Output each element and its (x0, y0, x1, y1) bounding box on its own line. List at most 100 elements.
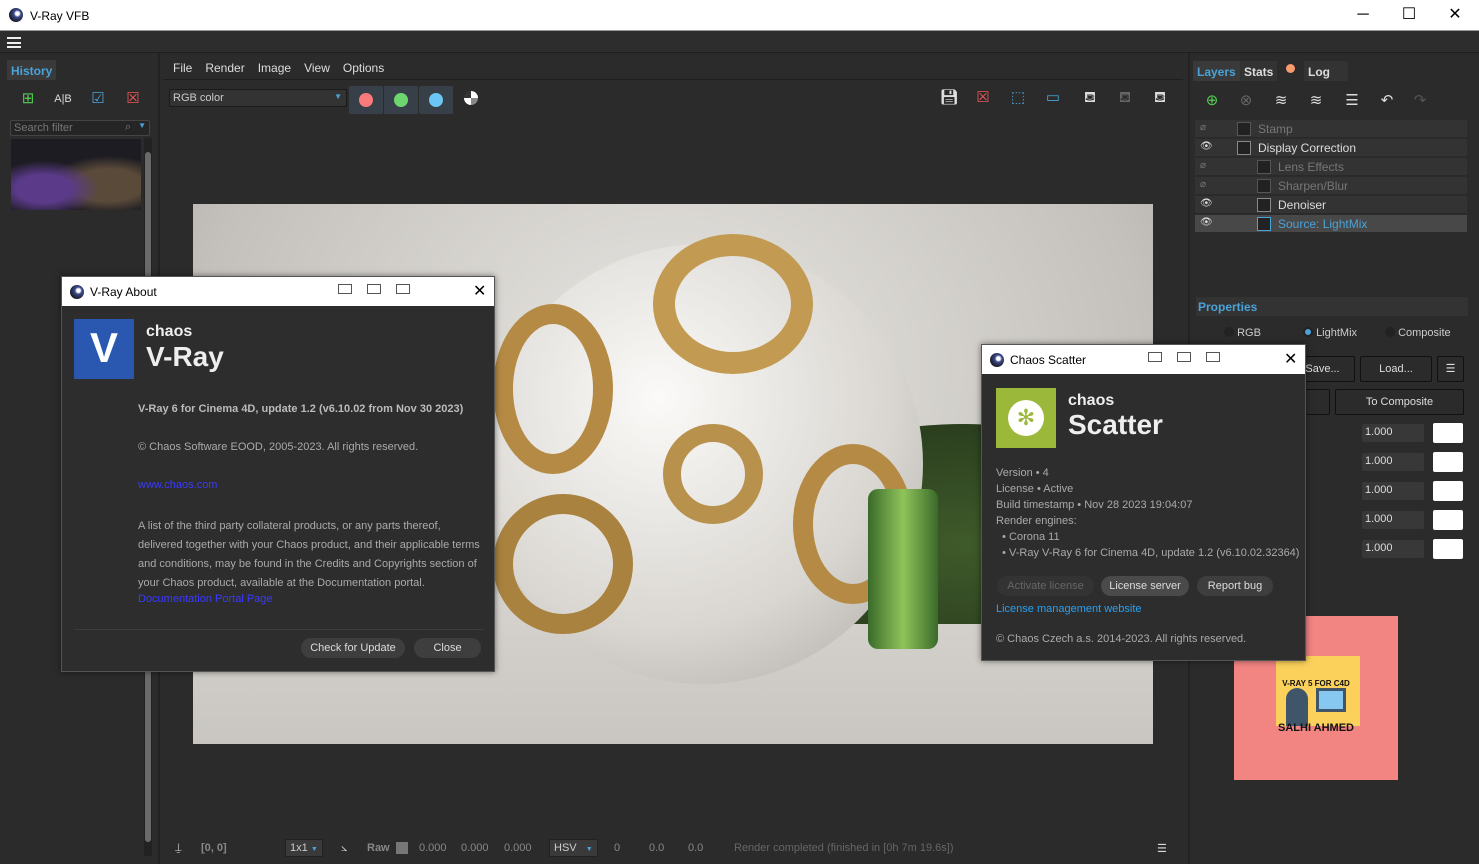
red-channel-button[interactable] (349, 86, 383, 114)
eye-icon[interactable]: 👁︎ (1200, 141, 1213, 152)
close-button[interactable]: Close (414, 638, 481, 658)
raw-toggle[interactable]: Raw (367, 842, 390, 854)
tab-layers[interactable]: Layers (1193, 61, 1240, 81)
menu-image[interactable]: Image (258, 61, 291, 75)
undo-icon[interactable]: ↶ (1375, 90, 1399, 112)
maximize-button[interactable]: ☐ (1387, 4, 1431, 26)
color-mode-select[interactable]: HSV ▼ (549, 839, 598, 857)
load-history-icon[interactable]: ☑ (86, 88, 110, 110)
watermark-text: V-RAY 5 FOR C4D (1282, 679, 1350, 688)
clear-image-icon[interactable]: ☒ (971, 87, 995, 109)
history-thumbnail[interactable] (11, 139, 141, 210)
light-intensity-input[interactable]: 1.000 (1362, 482, 1424, 500)
track-mouse-icon[interactable]: ▭ (1041, 87, 1065, 109)
mode-composite-radio[interactable]: Composite (1385, 327, 1451, 339)
to-composite-button[interactable]: To Composite (1335, 389, 1464, 415)
interactive-render-icon[interactable]: ⛾ (1148, 87, 1172, 109)
window-title: V-Ray VFB (30, 9, 90, 23)
chevron-down-icon[interactable]: ▼ (138, 121, 146, 130)
blue-channel-button[interactable] (419, 86, 453, 114)
menu-view[interactable]: View (304, 61, 330, 75)
light-intensity-input[interactable]: 1.000 (1362, 540, 1424, 558)
layer-lens-effects[interactable]: ⌀ Lens Effects (1195, 158, 1467, 176)
info-line: • Corona 11 (996, 531, 1060, 543)
save-image-icon[interactable]: 💾︎ (937, 87, 961, 109)
activate-license-button[interactable]: Activate license (997, 576, 1094, 596)
documentation-link[interactable]: Documentation Portal Page (138, 593, 273, 605)
search-filter-input[interactable]: Search filter ⌕ ▼ (10, 120, 150, 136)
light-color-swatch[interactable] (1433, 423, 1463, 443)
light-intensity-input[interactable]: 1.000 (1362, 511, 1424, 529)
eye-hidden-icon[interactable]: ⌀ (1200, 122, 1206, 133)
curve-icon[interactable]: ⦣ (341, 842, 347, 855)
dialog-titlebar: Chaos Scatter ✕ (982, 345, 1305, 374)
light-intensity-input[interactable]: 1.000 (1362, 424, 1424, 442)
red-dot-icon (359, 93, 373, 107)
close-icon[interactable]: ✕ (473, 281, 486, 301)
mode-rgb-radio[interactable]: RGB (1224, 327, 1261, 339)
license-server-button[interactable]: License server (1101, 576, 1189, 596)
layer-denoiser[interactable]: 👁︎ Denoiser (1195, 196, 1467, 214)
eye-hidden-icon[interactable]: ⌀ (1200, 179, 1206, 190)
tab-stats[interactable]: Stats (1240, 61, 1278, 81)
tab-history[interactable]: History (7, 60, 57, 80)
light-color-swatch[interactable] (1433, 539, 1463, 559)
delete-layer-icon[interactable]: ⊗ (1234, 90, 1258, 112)
menu-options[interactable]: Options (343, 61, 384, 75)
log-toggle-icon[interactable]: ☰ (1157, 842, 1167, 855)
version-text: V-Ray 6 for Cinema 4D, update 1.2 (v6.10… (138, 403, 464, 415)
dock-icon[interactable] (1148, 352, 1162, 362)
light-color-swatch[interactable] (1433, 510, 1463, 530)
layer-stamp[interactable]: ⌀ Stamp (1195, 120, 1467, 138)
load-layers-icon[interactable]: ≋ (1304, 90, 1328, 112)
save-layers-icon[interactable]: ≋ (1269, 90, 1293, 112)
layer-sharpen-blur[interactable]: ⌀ Sharpen/Blur (1195, 177, 1467, 195)
tile-icon[interactable] (396, 284, 410, 294)
zoom-select[interactable]: 1x1 ▼ (285, 839, 323, 857)
add-layer-icon[interactable]: ⊕ (1200, 90, 1224, 112)
save-to-history-icon[interactable]: ⊞ (16, 88, 40, 110)
stop-render-icon[interactable]: ⛾ (1113, 87, 1137, 109)
menu-file[interactable]: File (173, 61, 192, 75)
eye-icon[interactable]: 👁︎ (1200, 198, 1213, 209)
hue-value: 0 (614, 842, 621, 854)
mode-lightmix-radio[interactable]: LightMix (1303, 327, 1357, 339)
layer-display-correction[interactable]: 👁︎ Display Correction (1195, 139, 1467, 157)
alpha-channel-icon[interactable] (464, 91, 478, 105)
light-color-swatch[interactable] (1433, 452, 1463, 472)
light-intensity-input[interactable]: 1.000 (1362, 453, 1424, 471)
region-render-icon[interactable]: ⬚ (1006, 87, 1030, 109)
render-teapot-icon[interactable]: ⛾ (1078, 87, 1102, 109)
close-icon[interactable]: ✕ (1284, 349, 1297, 369)
green-channel-button[interactable] (384, 86, 418, 114)
menu-render[interactable]: Render (205, 61, 244, 75)
minimize-button[interactable]: ─ (1341, 4, 1385, 26)
dock-icon[interactable] (338, 284, 352, 294)
hamburger-menu-icon[interactable] (7, 37, 21, 48)
light-color-swatch[interactable] (1433, 481, 1463, 501)
layer-list-icon[interactable]: ☰ (1340, 90, 1364, 112)
lightmix-options-icon[interactable]: ☰ (1437, 356, 1464, 382)
delete-history-icon[interactable]: ☒ (121, 88, 145, 110)
pick-pixel-icon[interactable]: ⍊ (175, 842, 182, 855)
eye-icon[interactable]: 👁︎ (1200, 217, 1213, 228)
eye-hidden-icon[interactable]: ⌀ (1200, 160, 1206, 171)
tab-log[interactable]: Log (1304, 61, 1348, 81)
info-line: Version • 4 (996, 467, 1049, 479)
check-for-update-button[interactable]: Check for Update (301, 638, 405, 658)
redo-icon[interactable]: ↷ (1408, 90, 1432, 112)
float-icon[interactable] (367, 284, 381, 294)
float-icon[interactable] (1177, 352, 1191, 362)
license-management-link[interactable]: License management website (996, 603, 1142, 615)
ab-compare-icon[interactable]: A|B (51, 88, 75, 110)
window (1316, 688, 1346, 712)
report-bug-button[interactable]: Report bug (1197, 576, 1273, 596)
load-button[interactable]: Load... (1360, 356, 1432, 382)
tile-icon[interactable] (1206, 352, 1220, 362)
website-link[interactable]: www.chaos.com (138, 479, 217, 491)
channel-select[interactable]: RGB color ▼ (169, 89, 347, 107)
zoom-value: 1x1 (290, 842, 308, 854)
close-button[interactable]: ✕ (1433, 4, 1477, 26)
layer-label: Lens Effects (1278, 160, 1344, 174)
layer-source-lightmix[interactable]: 👁︎ Source: LightMix (1195, 215, 1467, 233)
